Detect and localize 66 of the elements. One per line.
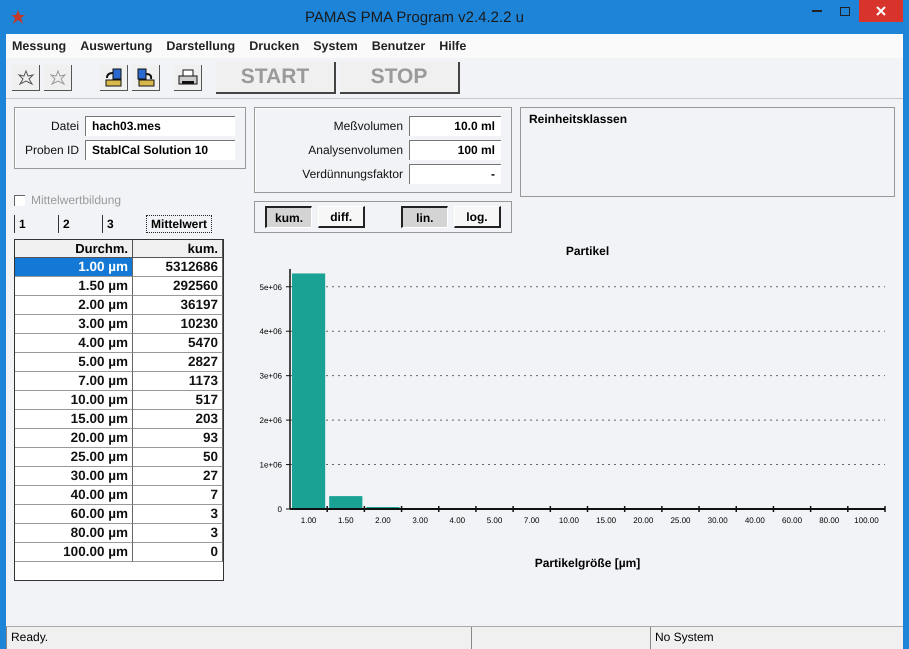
tick-label: 7.00 bbox=[524, 516, 540, 525]
table-cell: 80.00 µm bbox=[15, 524, 133, 543]
tick-label: 4.00 bbox=[450, 516, 466, 525]
tick-label: 10.00 bbox=[558, 516, 579, 525]
tick-label: 2e+06 bbox=[260, 416, 282, 426]
table-cell: 517 bbox=[133, 391, 223, 410]
table-cell: 100.00 µm bbox=[15, 543, 133, 562]
table-cell: 1.50 µm bbox=[15, 277, 133, 296]
tick-label: 1e+06 bbox=[260, 460, 282, 470]
tick-label: 3e+06 bbox=[260, 372, 282, 381]
table-cell: 1.00 µm bbox=[15, 258, 133, 277]
field-label: Meßvolumen bbox=[332, 119, 403, 133]
table-cell: 60.00 µm bbox=[15, 505, 133, 524]
checkbox-label: Mittelwertbildung bbox=[31, 193, 122, 207]
table-cell: 7.00 µm bbox=[15, 372, 133, 391]
table-cell: 10230 bbox=[133, 315, 223, 334]
axis-title: Partikelgröße [µm] bbox=[534, 556, 640, 570]
tick-label: 5.00 bbox=[486, 516, 502, 525]
table-cell: 40.00 µm bbox=[15, 486, 133, 505]
table-cell: 25.00 µm bbox=[15, 448, 133, 467]
table-cell: 10.00 µm bbox=[15, 391, 133, 410]
table-cell: 0 bbox=[133, 543, 223, 562]
table-cell: 3 bbox=[133, 524, 223, 543]
field-label: Analysenvolumen bbox=[307, 143, 403, 157]
tick-label: 100.00 bbox=[854, 516, 879, 525]
tick-label: 1.50 bbox=[338, 516, 354, 525]
tick-label: 15.00 bbox=[596, 516, 616, 525]
tick-label: 40.00 bbox=[744, 516, 765, 525]
tick-label: 30.00 bbox=[708, 516, 728, 525]
table-cell: 1173 bbox=[133, 372, 223, 391]
tick-label: 4e+06 bbox=[260, 327, 282, 336]
table-cell: 2827 bbox=[133, 353, 223, 372]
window-title: PAMAS PMA Program v2.4.2.2 u bbox=[304, 8, 525, 26]
table-cell: 27 bbox=[133, 467, 223, 486]
tick-label: 20.00 bbox=[633, 516, 654, 525]
tick-label: 1.00 bbox=[300, 516, 316, 525]
table-cell: 50 bbox=[133, 448, 223, 467]
table-cell: 5470 bbox=[133, 334, 223, 353]
tick-label: 2.00 bbox=[375, 516, 391, 525]
tick-label: 5e+06 bbox=[260, 282, 282, 292]
tick-label: 80.00 bbox=[819, 516, 840, 525]
field-label: Proben ID bbox=[25, 143, 80, 157]
table-cell: 7 bbox=[133, 486, 223, 505]
table-cell: 4.00 µm bbox=[15, 334, 133, 353]
tick-label: 60.00 bbox=[782, 516, 802, 525]
table-cell: 5312686 bbox=[133, 258, 223, 277]
field-label: Datei bbox=[50, 119, 80, 133]
table-cell: 292560 bbox=[133, 277, 223, 296]
table-cell: 3.00 µm bbox=[15, 315, 133, 334]
table-cell: 36197 bbox=[133, 296, 223, 315]
status-message: Ready. bbox=[6, 627, 471, 649]
table-cell: 2.00 µm bbox=[15, 296, 133, 315]
tick-label: 25.00 bbox=[670, 516, 690, 525]
chart-title: Partikel bbox=[566, 244, 610, 258]
table-cell: 5.00 µm bbox=[15, 353, 133, 372]
table-cell: 15.00 µm bbox=[15, 410, 133, 429]
tick-label: 3.00 bbox=[412, 516, 428, 525]
system-status: No System bbox=[650, 627, 903, 649]
field-label: Verdünnungsfaktor bbox=[301, 167, 403, 181]
table-cell: 20.00 µm bbox=[15, 429, 133, 448]
table-cell: 3 bbox=[133, 505, 223, 524]
table-cell: 93 bbox=[133, 429, 223, 448]
table-cell: 203 bbox=[133, 410, 223, 429]
tick-label: 0 bbox=[278, 505, 282, 514]
group-title: Reinheitsklassen bbox=[529, 112, 628, 126]
table-cell: 30.00 µm bbox=[15, 467, 133, 486]
